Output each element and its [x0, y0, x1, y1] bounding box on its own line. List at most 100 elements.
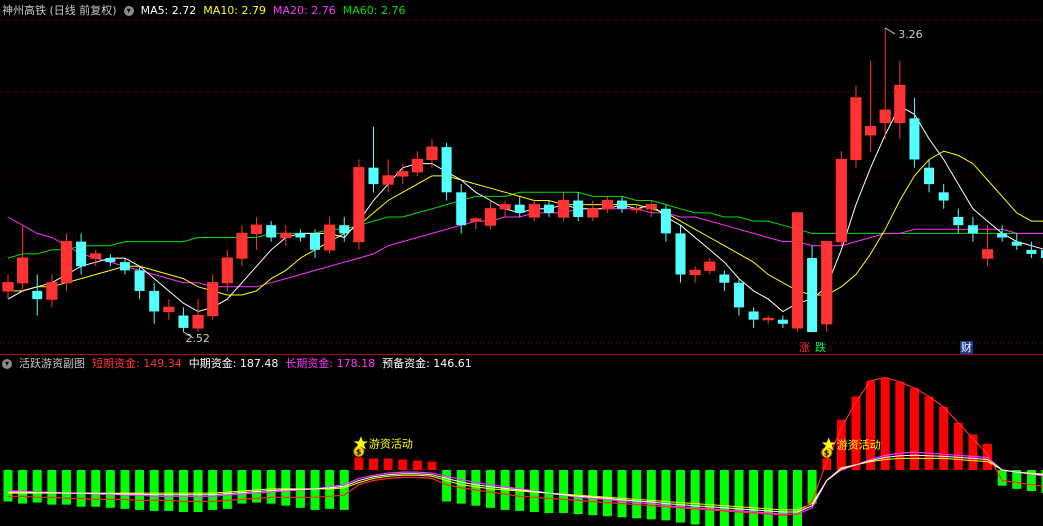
candle-body-down	[32, 290, 43, 300]
candle	[981, 225, 994, 267]
candlestick-series[interactable]	[2, 28, 1043, 332]
capital-bar	[953, 422, 963, 470]
candle-body-up	[850, 97, 862, 161]
capital-bar	[412, 460, 422, 470]
capital-bar	[266, 470, 276, 504]
candle-body-up	[324, 224, 336, 251]
capital-bar	[310, 470, 320, 510]
capital-bar	[222, 470, 232, 509]
candle	[938, 184, 949, 209]
low-price-label: 2.52	[185, 332, 210, 345]
candle-body-up	[835, 158, 847, 243]
capital-bar	[573, 470, 583, 515]
candle	[645, 200, 657, 217]
stock-title[interactable]: 神州高铁 (日线 前复权)	[2, 4, 117, 18]
candle-body-up	[221, 257, 233, 284]
candle	[617, 196, 628, 213]
candle-body-down	[178, 315, 189, 328]
high-price-label: 3.26	[898, 28, 923, 41]
candle	[704, 258, 716, 275]
candle	[411, 151, 423, 176]
candle-body-down	[675, 233, 686, 275]
candle-body-down	[1026, 249, 1037, 254]
sub-panel-title[interactable]: 活跃游资副图	[19, 357, 85, 371]
capital-bar	[105, 470, 115, 508]
candle-body-down	[368, 167, 379, 185]
chevron-down-icon[interactable]: ▾	[123, 6, 134, 16]
chevron-down-icon[interactable]: ▾	[2, 359, 12, 369]
capital-bar	[47, 470, 57, 505]
capital-bar	[369, 458, 378, 470]
candle	[353, 159, 365, 250]
candle-body-down	[441, 147, 452, 193]
candle-body-up	[426, 146, 438, 161]
candle-body-up	[397, 171, 409, 177]
capital-bar	[91, 470, 101, 507]
long-capital-value: 长期资金: 178.18	[285, 357, 376, 370]
candle	[514, 196, 525, 217]
candle	[835, 151, 847, 246]
candle-body-up	[163, 306, 175, 313]
candle-body-down	[938, 192, 949, 201]
candle-body-up	[499, 204, 511, 210]
capital-bar	[602, 470, 612, 517]
candle	[207, 274, 219, 320]
high-pointer	[884, 27, 896, 35]
candle	[192, 299, 204, 332]
capital-bar	[76, 470, 86, 507]
candle-body-up	[894, 84, 906, 124]
candle-body-down	[617, 200, 628, 209]
capital-bar	[61, 470, 71, 505]
candle	[762, 315, 774, 324]
capital-bar	[661, 470, 671, 521]
ma10-value: MA10: 2.79	[203, 4, 267, 17]
ma5-line	[7, 105, 1043, 313]
candle	[850, 85, 862, 168]
candle	[528, 200, 540, 222]
candle-body-up	[60, 241, 73, 284]
capital-bar	[339, 470, 349, 510]
candle-body-up	[587, 208, 599, 218]
candle-body-up	[864, 125, 877, 136]
ma10-line	[8, 150, 1043, 296]
capital-bar	[895, 381, 905, 470]
candle	[689, 266, 701, 283]
candle-body-up	[250, 224, 263, 235]
tag-down[interactable]: 跌	[814, 341, 827, 354]
candle-body-up	[981, 249, 994, 259]
candle-body-up	[821, 241, 833, 325]
capital-bar	[208, 470, 218, 510]
candle	[236, 225, 248, 267]
candle-body-down	[734, 282, 744, 308]
reserve-capital-value: 预备资金: 146.61	[382, 357, 472, 370]
capital-bar	[705, 470, 715, 526]
candle	[60, 233, 73, 291]
capital-bar	[719, 470, 729, 526]
capital-bar	[939, 407, 949, 470]
capital-bar-series[interactable]	[3, 377, 1043, 526]
capital-bar	[559, 470, 569, 514]
capital-bar	[398, 459, 408, 470]
capital-bar	[164, 470, 174, 511]
tag-up[interactable]: 涨	[798, 341, 811, 354]
capital-bar	[18, 470, 28, 504]
candle	[675, 225, 686, 283]
candle	[734, 278, 744, 316]
candle-body-down	[1011, 241, 1022, 246]
candle-body-down	[339, 225, 350, 234]
candle-body-down	[909, 118, 920, 160]
signal-label: 游资活动	[369, 437, 413, 450]
candle-body-up	[601, 199, 614, 210]
candle	[266, 221, 277, 242]
candle-body-up	[207, 282, 219, 317]
candle-body-up	[46, 282, 58, 300]
candle	[748, 307, 759, 328]
candle	[601, 196, 614, 213]
candle	[821, 241, 833, 332]
candle-body-down	[660, 208, 671, 234]
candle-body-down	[119, 262, 130, 271]
candle	[250, 216, 263, 250]
tag-finance[interactable]: 财	[960, 341, 973, 354]
candle	[368, 126, 379, 193]
candle	[967, 216, 978, 242]
